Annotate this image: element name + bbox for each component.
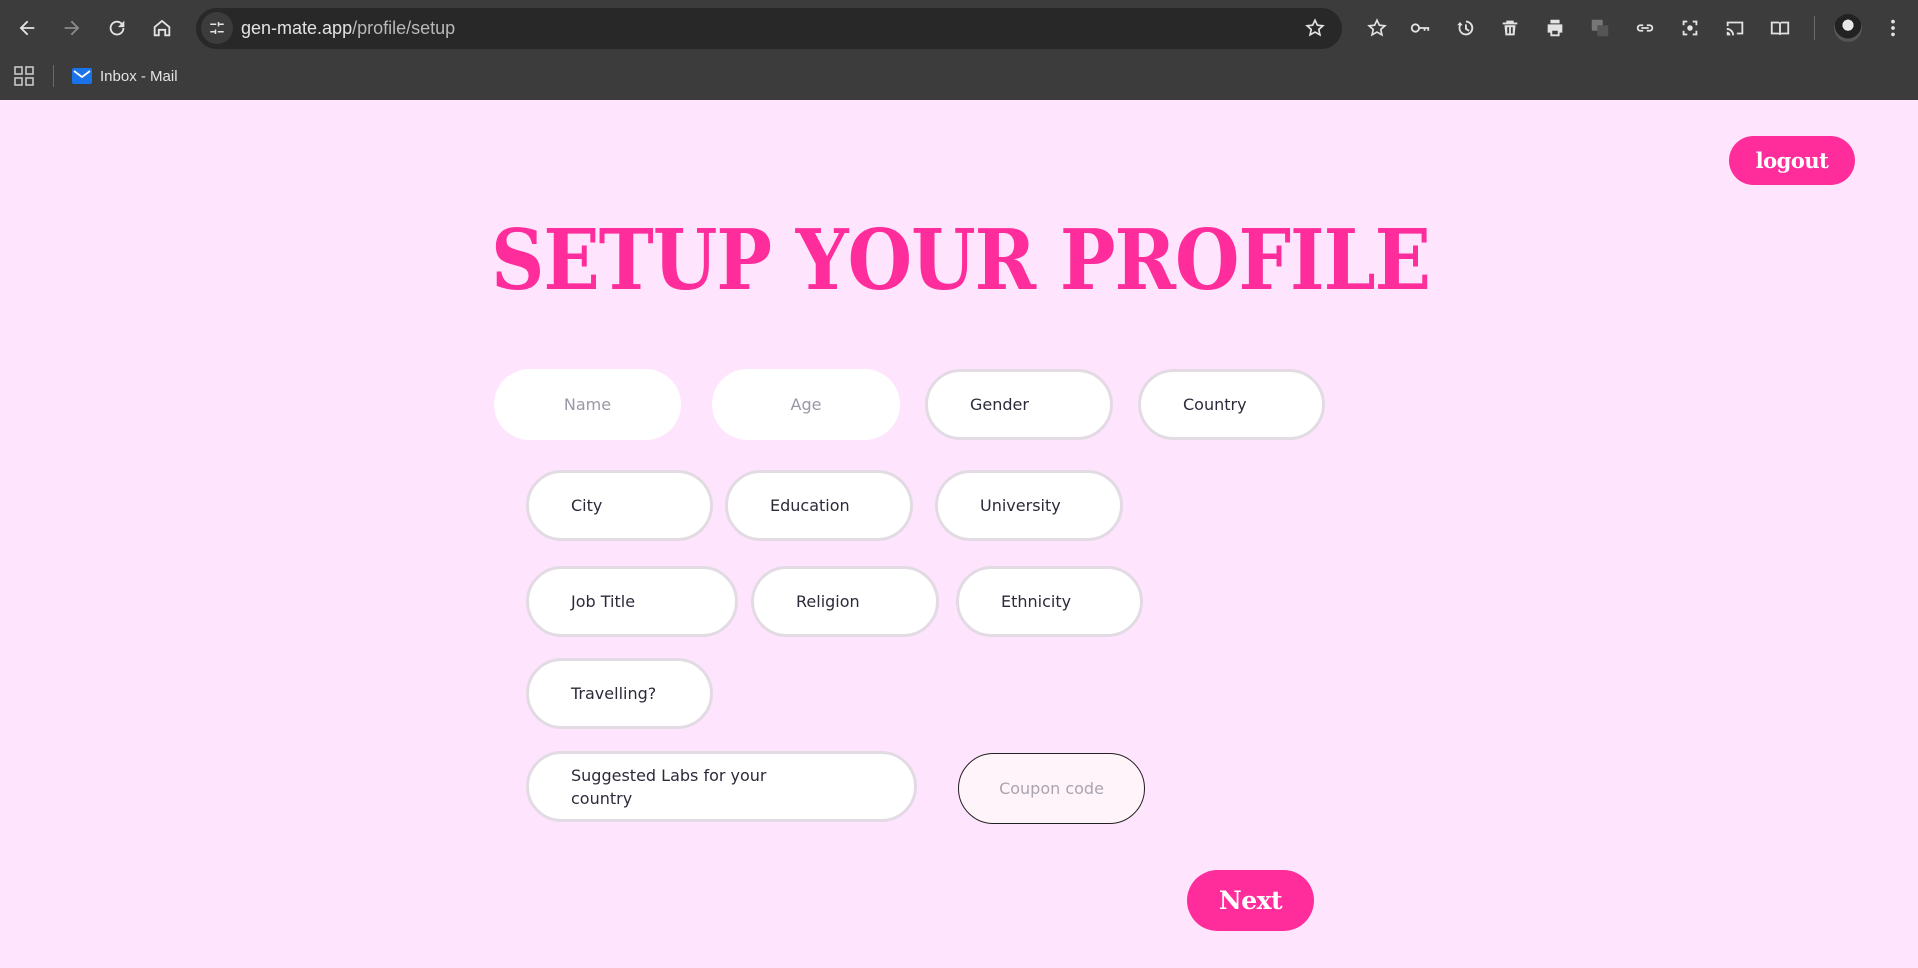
coupon-input[interactable]: [959, 754, 1144, 823]
travelling-select[interactable]: Travelling?: [526, 658, 713, 729]
tune-icon: [210, 22, 224, 34]
home-button[interactable]: [144, 10, 180, 46]
browser-menu-button[interactable]: [1880, 15, 1906, 41]
arrow-left-icon: [19, 20, 35, 36]
star-sparkle-icon: [1367, 18, 1387, 37]
job-title-select[interactable]: Job Title: [526, 566, 738, 637]
printer-icon: [1547, 19, 1563, 37]
translate-button[interactable]: [1587, 15, 1613, 41]
apps-grid-icon[interactable]: [14, 66, 34, 86]
bookmark-star-button[interactable]: [1304, 17, 1326, 43]
back-button[interactable]: [9, 10, 45, 46]
bookmarks-divider: [53, 65, 54, 87]
camera-icon: [1682, 20, 1698, 36]
book-open-icon: [1770, 21, 1790, 36]
copy-link-button[interactable]: [1632, 15, 1658, 41]
cast-button[interactable]: [1722, 15, 1748, 41]
trash-icon: [1502, 20, 1518, 36]
gender-select[interactable]: Gender: [925, 369, 1113, 440]
reload-icon: [109, 20, 125, 36]
history-button[interactable]: [1452, 15, 1478, 41]
coupon-field[interactable]: [958, 753, 1145, 824]
key-icon: [1410, 23, 1430, 33]
name-field[interactable]: [494, 369, 681, 440]
university-select[interactable]: University: [935, 470, 1123, 541]
star-outline-icon: [1305, 18, 1325, 37]
page-title: SETUP YOUR PROFILE: [490, 212, 1431, 310]
profile-avatar[interactable]: [1834, 14, 1862, 42]
mail-icon: [72, 68, 92, 84]
reload-button[interactable]: [99, 10, 135, 46]
home-icon: [153, 19, 171, 37]
browser-chrome: gen-mate.app/profile/setup Inbox - Mail: [0, 0, 1918, 100]
delete-button[interactable]: [1497, 15, 1523, 41]
arrow-right-icon: [64, 20, 80, 36]
password-manager-button[interactable]: [1407, 15, 1433, 41]
history-icon: [1457, 20, 1474, 36]
site-info-button[interactable]: [201, 12, 233, 44]
toolbar-divider: [1814, 16, 1815, 40]
address-bar[interactable]: gen-mate.app/profile/setup: [196, 8, 1342, 49]
screenshot-button[interactable]: [1677, 15, 1703, 41]
forward-button[interactable]: [54, 10, 90, 46]
link-icon: [1636, 24, 1654, 32]
cast-icon: [1726, 21, 1744, 36]
bookmark-inbox-mail[interactable]: Inbox - Mail: [72, 64, 178, 88]
ethnicity-select[interactable]: Ethnicity: [956, 566, 1143, 637]
name-input[interactable]: [494, 369, 681, 440]
url-text: gen-mate.app/profile/setup: [241, 18, 456, 38]
reading-list-button[interactable]: [1767, 15, 1793, 41]
bookmark-label: Inbox - Mail: [100, 67, 178, 85]
translate-icon: [1591, 19, 1609, 37]
logout-button[interactable]: logout: [1729, 136, 1855, 185]
more-vert-icon: [1891, 19, 1895, 37]
city-select[interactable]: City: [526, 470, 713, 541]
country-select[interactable]: Country: [1138, 369, 1325, 440]
religion-select[interactable]: Religion: [751, 566, 939, 637]
age-field[interactable]: [712, 369, 900, 440]
browser-toolbar: gen-mate.app/profile/setup: [0, 0, 1918, 56]
suggested-labs-select[interactable]: Suggested Labs for your country: [526, 751, 917, 822]
reading-mode-star-button[interactable]: [1364, 15, 1390, 41]
age-input[interactable]: [712, 369, 900, 440]
next-button[interactable]: Next: [1187, 870, 1314, 931]
bookmarks-bar: Inbox - Mail: [0, 56, 1918, 100]
education-select[interactable]: Education: [725, 470, 913, 541]
print-button[interactable]: [1542, 15, 1568, 41]
